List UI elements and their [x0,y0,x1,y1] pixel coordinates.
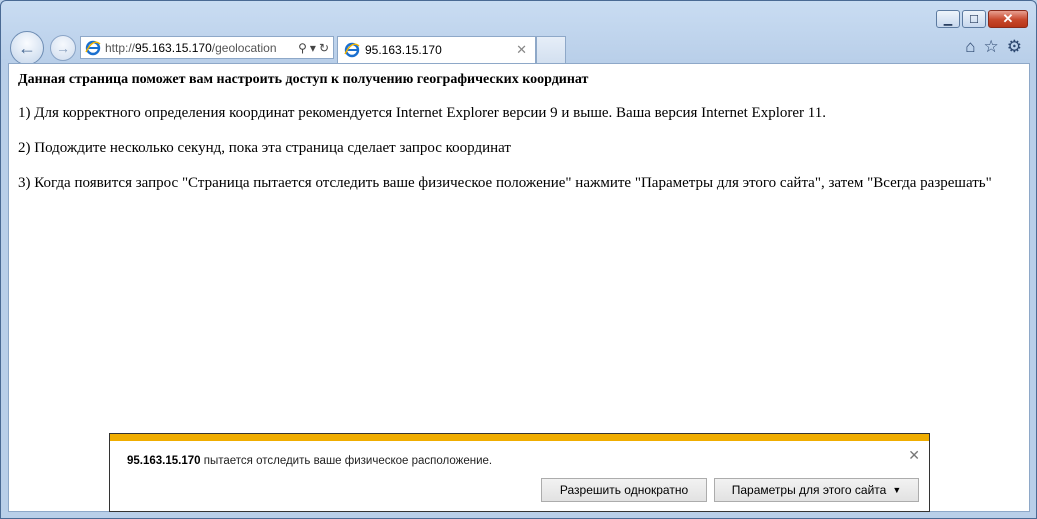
maximize-button[interactable]: ☐ [962,10,986,28]
tab-close-icon[interactable]: ✕ [516,42,527,58]
site-options-label: Параметры для этого сайта [731,483,887,497]
page-heading: Данная страница поможет вам настроить до… [18,72,589,87]
address-url[interactable]: http://95.163.15.170/geolocation [105,41,298,55]
allow-once-label: Разрешить однократно [559,483,689,497]
back-arrow-icon: ← [18,37,36,58]
tab-title: 95.163.15.170 [365,43,442,57]
back-button[interactable]: ← [10,31,44,65]
step-3: 3) Когда появится запрос "Страница пытае… [18,175,992,191]
ie-logo-icon [344,42,360,58]
minimize-button[interactable]: ▁ [936,10,960,28]
browser-window: ▁ ☐ ✕ ← → http://95.163.15.170/geolocati… [0,0,1037,519]
chevron-down-icon[interactable]: ▾ [310,41,316,55]
search-icon[interactable]: ⚲ [298,41,307,55]
geolocation-notification-bar: 95.163.15.170 пытается отследить ваше фи… [109,433,930,512]
forward-button[interactable]: → [50,35,76,61]
allow-once-button[interactable]: Разрешить однократно [541,478,707,502]
ie-logo-icon [85,40,101,55]
step-1: 1) Для корректного определения координат… [18,105,826,121]
address-tools: ⚲ ▾ ↻ [298,41,333,55]
new-tab-button[interactable] [536,36,566,63]
toolbar-icons: ⌂ ☆ ⚙ [965,38,1022,55]
notification-message: 95.163.15.170 пытается отследить ваше фи… [127,455,492,467]
url-path: /geolocation [211,40,277,55]
url-host: 95.163.15.170 [135,40,212,55]
dropdown-arrow-icon: ▼ [892,485,902,495]
tab-active[interactable]: 95.163.15.170 ✕ [337,36,536,63]
notification-close-icon[interactable]: ✕ [908,447,920,464]
home-icon[interactable]: ⌂ [965,38,975,55]
refresh-icon[interactable]: ↻ [319,41,329,55]
notification-host: 95.163.15.170 [127,455,201,467]
settings-gear-icon[interactable]: ⚙ [1007,38,1022,55]
step-2: 2) Подождите несколько секунд, пока эта … [18,140,511,156]
notification-accent-strip [110,434,929,441]
caption-buttons: ▁ ☐ ✕ [936,10,1028,28]
favorites-star-icon[interactable]: ☆ [984,38,999,55]
site-options-button[interactable]: Параметры для этого сайта ▼ [714,478,919,502]
address-bar[interactable]: http://95.163.15.170/geolocation ⚲ ▾ ↻ [80,36,334,59]
notification-text: пытается отследить ваше физическое распо… [200,455,493,467]
close-window-button[interactable]: ✕ [988,10,1028,28]
forward-arrow-icon: → [56,40,70,56]
